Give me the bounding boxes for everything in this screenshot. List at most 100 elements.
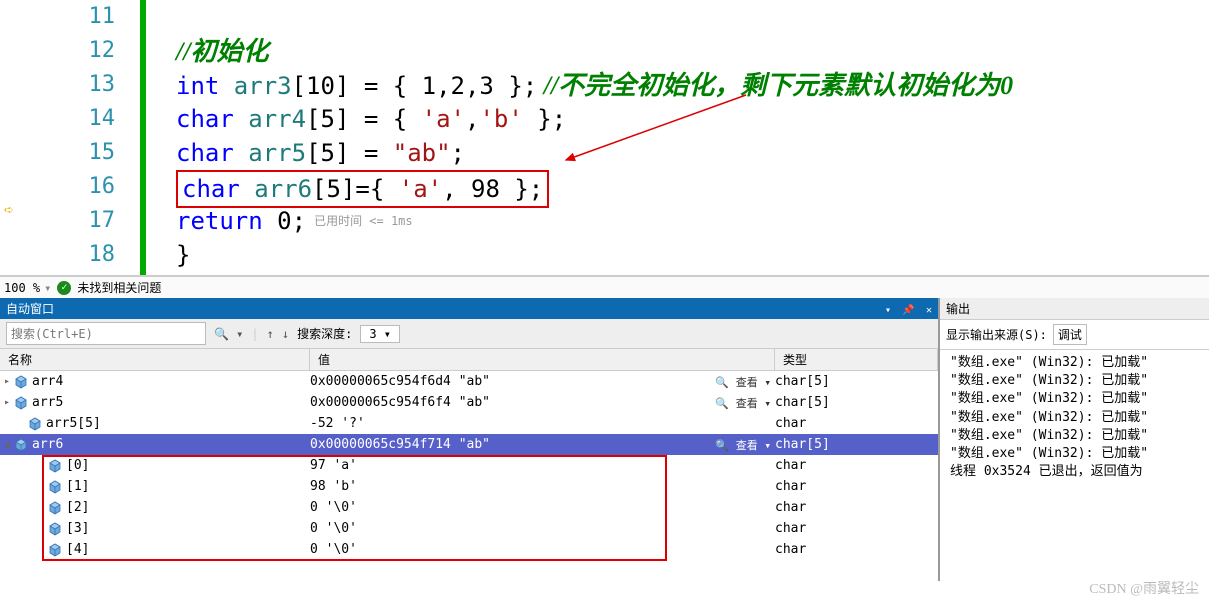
panel-title-text: 自动窗口 [6, 300, 54, 317]
panel-controls: ▾ 📌 ✕ [881, 302, 932, 316]
var-type: char [775, 521, 938, 536]
output-body: "数组.exe" (Win32): 已加载""数组.exe" (Win32): … [940, 350, 1209, 581]
object-icon [14, 396, 28, 410]
var-value: 0x00000065c954f714 "ab" [310, 437, 490, 452]
output-line: "数组.exe" (Win32): 已加载" [950, 409, 1209, 427]
view-button[interactable]: 🔍 查看 ▾ [715, 374, 771, 390]
zoom-dropdown-icon[interactable]: ▾ [44, 281, 51, 295]
var-value: 0 '\0' [310, 500, 357, 515]
bottom-panels: 自动窗口 ▾ 📌 ✕ 搜索(Ctrl+E) 🔍 ▾ | ↑ ↓ 搜索深度: 3 … [0, 298, 1209, 581]
line-number: 17 [0, 204, 115, 238]
close-icon[interactable]: ✕ [926, 305, 932, 316]
output-line: 线程 0x3524 已退出，返回值为 [950, 463, 1209, 481]
editor-status-bar: 100 % ▾ ✓ 未找到相关问题 [0, 276, 1209, 298]
line-number: 14 [0, 102, 115, 136]
table-row[interactable]: [4] 0 '\0' char [0, 539, 938, 560]
object-icon [48, 501, 62, 515]
var-name: [4] [66, 542, 89, 557]
table-row[interactable]: [1]98 'b'char [0, 476, 938, 497]
table-headers: 名称 值 类型 [0, 349, 938, 371]
output-line: "数组.exe" (Win32): 已加载" [950, 390, 1209, 408]
line-number: 16 [0, 170, 115, 204]
highlighted-line: char arr6[5]={ 'a', 98 }; [176, 170, 549, 208]
code-line: int arr3[10] = { 1,2,3 }; //不完全初始化，剩下元素默… [176, 68, 1209, 102]
perf-hint: 已用时间 <= 1ms [314, 214, 413, 228]
object-icon [48, 543, 62, 557]
output-title: 输出 [940, 298, 1209, 320]
var-value: -52 '?' [310, 416, 365, 431]
output-line: "数组.exe" (Win32): 已加载" [950, 427, 1209, 445]
var-value: 0 '\0' [310, 542, 357, 557]
tree-toggle-icon[interactable]: ▸ [0, 397, 14, 408]
table-row[interactable]: ▸arr40x00000065c954f6d4 "ab"🔍 查看 ▾char[5… [0, 371, 938, 392]
var-name: [2] [66, 500, 89, 515]
output-panel: 输出 显示输出来源(S): 调试 "数组.exe" (Win32): 已加载""… [940, 298, 1209, 581]
var-value: 97 'a' [310, 458, 357, 473]
tree-toggle-icon[interactable]: ◢ [0, 439, 14, 450]
object-icon [14, 375, 28, 389]
autos-toolbar: 搜索(Ctrl+E) 🔍 ▾ | ↑ ↓ 搜索深度: 3 ▾ [0, 319, 938, 349]
autos-rows: ▸arr40x00000065c954f6d4 "ab"🔍 查看 ▾char[5… [0, 371, 938, 581]
watermark: CSDN @雨翼轻尘 [1089, 578, 1199, 598]
var-type: char [775, 500, 938, 515]
code-line: //初始化 [176, 34, 1209, 68]
var-type: char [775, 416, 938, 431]
var-type: char[5] [775, 374, 938, 389]
output-line: "数组.exe" (Win32): 已加载" [950, 372, 1209, 390]
output-source-label: 显示输出来源(S): [946, 326, 1047, 343]
output-toolbar: 显示输出来源(S): 调试 [940, 320, 1209, 350]
var-name: arr5[5] [46, 416, 101, 431]
code-line: char arr6[5]={ 'a', 98 }; [176, 170, 1209, 204]
var-name: [0] [66, 458, 89, 473]
line-gutter: 11 12 13 14 15 16 17 18 [0, 0, 140, 275]
object-icon [14, 438, 28, 452]
line-number: 12 [0, 34, 115, 68]
var-name: [3] [66, 521, 89, 536]
code-line: } [176, 238, 1209, 272]
view-button[interactable]: 🔍 查看 ▾ [715, 395, 771, 411]
autos-panel: 自动窗口 ▾ 📌 ✕ 搜索(Ctrl+E) 🔍 ▾ | ↑ ↓ 搜索深度: 3 … [0, 298, 940, 581]
dropdown-icon[interactable]: ▾ [885, 305, 891, 316]
line-number: 15 [0, 136, 115, 170]
table-row[interactable]: [2] 0 '\0' char [0, 497, 938, 518]
code-line: return 0;已用时间 <= 1ms [176, 204, 1209, 238]
line-number: 11 [0, 0, 115, 34]
table-row[interactable]: arr5[5] -52 '?' char [0, 413, 938, 434]
zoom-level[interactable]: 100 % [4, 281, 40, 295]
output-line: "数组.exe" (Win32): 已加载" [950, 354, 1209, 372]
code-line: char arr5[5] = "ab"; [176, 136, 1209, 170]
code-area[interactable]: //初始化 int arr3[10] = { 1,2,3 }; //不完全初始化… [140, 0, 1209, 275]
var-name: arr6 [32, 437, 63, 452]
autos-panel-title: 自动窗口 ▾ 📌 ✕ [0, 298, 938, 319]
table-row[interactable]: ▸arr50x00000065c954f6f4 "ab"🔍 查看 ▾char[5… [0, 392, 938, 413]
depth-select[interactable]: 3 ▾ [360, 325, 400, 343]
table-row[interactable]: [0] 97 'a' char [0, 455, 938, 476]
header-name[interactable]: 名称 [0, 349, 310, 370]
code-line: char arr4[5] = { 'a','b' }; [176, 102, 1209, 136]
tree-toggle-icon[interactable]: ▸ [0, 376, 14, 387]
object-icon [48, 480, 62, 494]
view-button[interactable]: 🔍 查看 ▾ [715, 437, 771, 453]
search-input[interactable]: 搜索(Ctrl+E) [6, 322, 206, 345]
pin-icon[interactable]: 📌 [902, 305, 914, 316]
header-value[interactable]: 值 [310, 349, 775, 370]
var-value: 0 '\0' [310, 521, 357, 536]
output-source-select[interactable]: 调试 [1053, 324, 1087, 345]
var-type: char [775, 458, 938, 473]
table-row[interactable]: [3] 0 '\0' char [0, 518, 938, 539]
object-icon [48, 459, 62, 473]
var-type: char [775, 542, 938, 557]
search-icon[interactable]: 🔍 ▾ [214, 327, 243, 341]
var-name: arr4 [32, 374, 63, 389]
header-type[interactable]: 类型 [775, 349, 938, 370]
breakpoint-arrow-icon: ➪ [4, 200, 14, 219]
object-icon [28, 417, 42, 431]
line-number: 18 [0, 238, 115, 272]
table-row[interactable]: ◢arr60x00000065c954f714 "ab"🔍 查看 ▾char[5… [0, 434, 938, 455]
nav-up-icon[interactable]: ↑ [267, 327, 274, 341]
var-type: char [775, 479, 938, 494]
var-type: char[5] [775, 395, 938, 410]
nav-down-icon[interactable]: ↓ [282, 327, 289, 341]
check-icon: ✓ [57, 281, 71, 295]
code-line [176, 0, 1209, 34]
